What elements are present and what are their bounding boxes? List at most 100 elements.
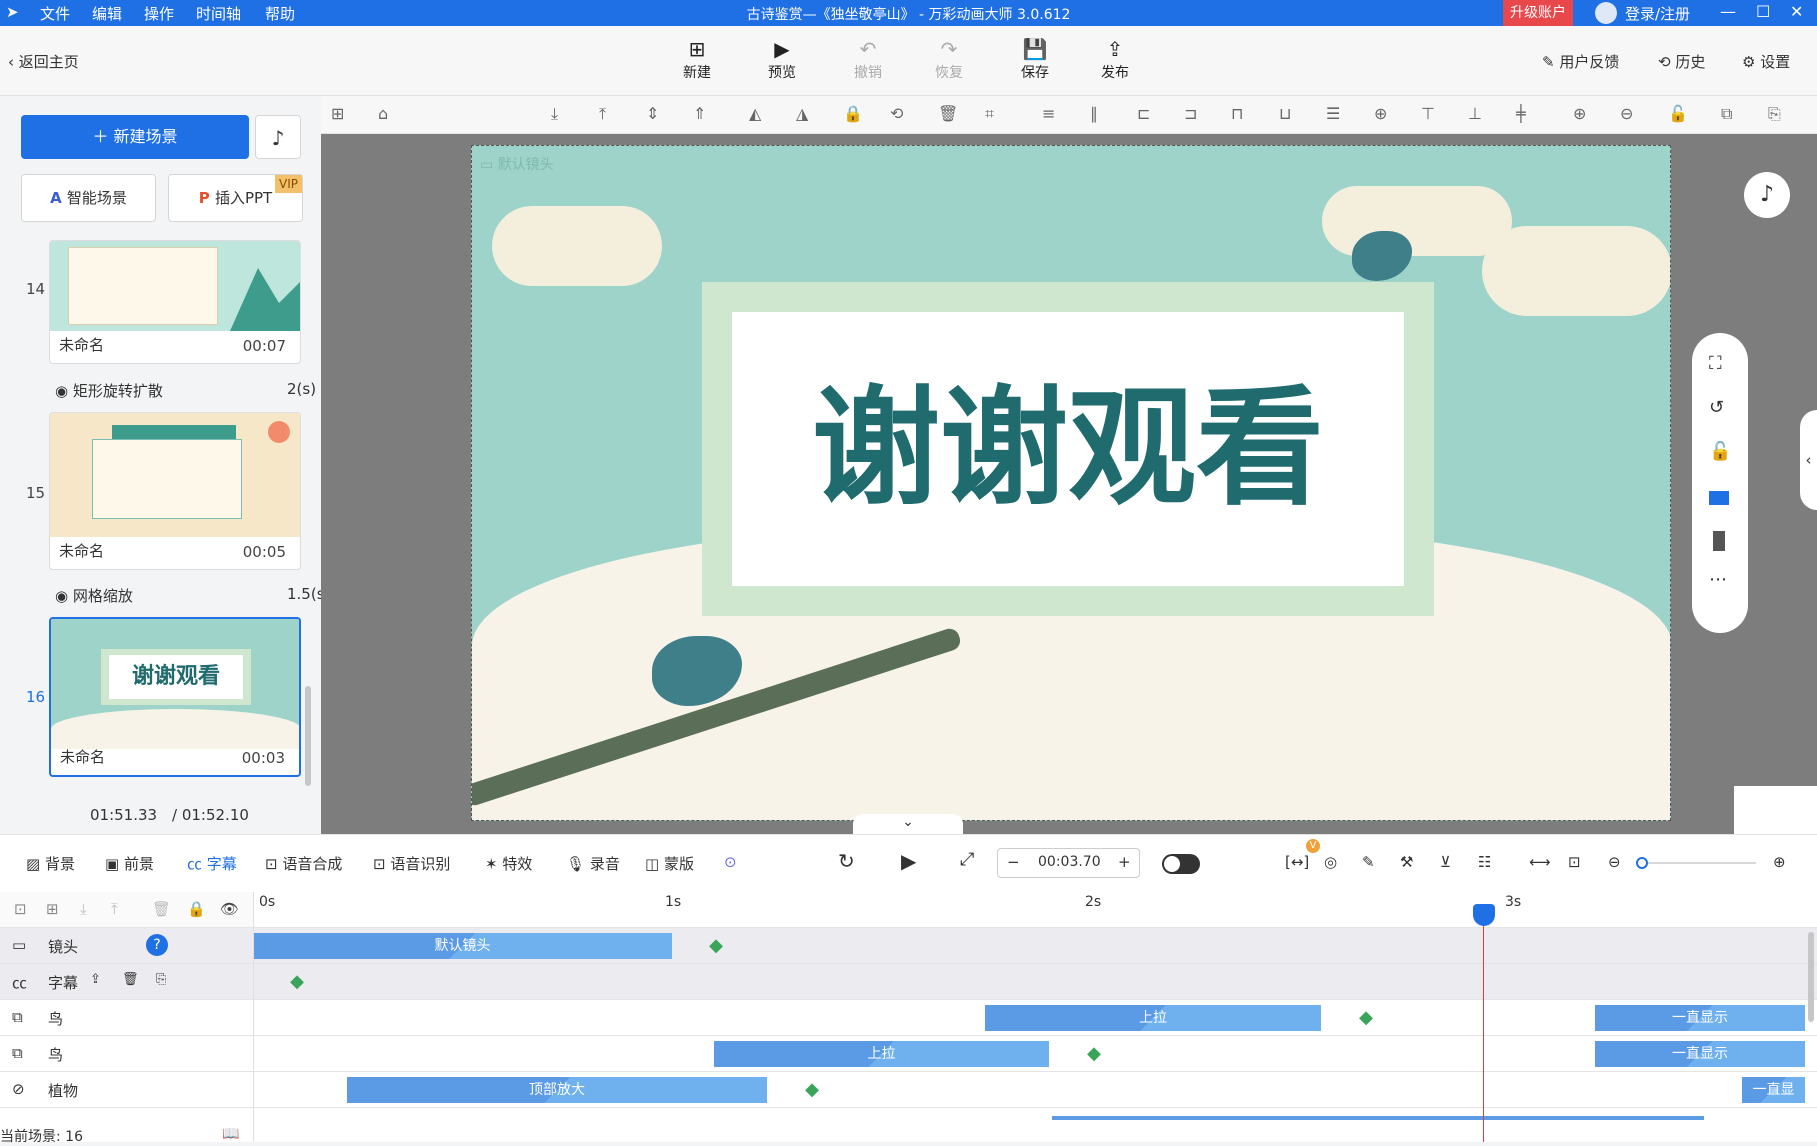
help-icon[interactable]: ? xyxy=(146,934,168,956)
feedback-link[interactable]: ✎ 用户反馈 xyxy=(1542,51,1619,72)
minimize-icon[interactable]: — xyxy=(1720,2,1736,21)
align-edge-icon[interactable]: ⊔ xyxy=(1279,104,1291,123)
zoom-out-icon[interactable]: ⊖ xyxy=(1620,104,1633,123)
minus-icon[interactable]: − xyxy=(1007,853,1020,871)
mid-edge-icon[interactable]: ╪ xyxy=(1516,104,1526,123)
more-tools-icon[interactable]: ⊙ xyxy=(724,853,737,871)
toggle-switch[interactable] xyxy=(1162,854,1200,874)
add-folder-icon[interactable]: ⊞ xyxy=(46,900,59,918)
rotate-icon[interactable]: ↺ xyxy=(1709,397,1724,418)
export-icon[interactable]: ⎘ xyxy=(156,972,166,987)
split-icon[interactable]: ⚒ xyxy=(1400,853,1413,871)
track-plant[interactable]: ⊘ 植物 顶部放大 ◆ 一直显 xyxy=(0,1072,1817,1108)
lock-icon[interactable]: 🔒 xyxy=(187,900,206,918)
timeline-scrollbar[interactable] xyxy=(1808,932,1814,1022)
track-block[interactable]: 一直显 xyxy=(1742,1077,1805,1103)
zoom-out-icon[interactable]: ⊖ xyxy=(1608,853,1621,871)
record-tool[interactable]: 🎙 录音 xyxy=(566,853,620,874)
align-center-icon[interactable]: ⊓ xyxy=(1231,104,1243,123)
align-up-icon[interactable]: ⇑ xyxy=(693,104,706,123)
lock-icon[interactable]: 🔓 xyxy=(1709,441,1731,462)
bracket-icon[interactable]: [↔] xyxy=(1285,853,1309,871)
heading-text[interactable]: 谢谢观看 xyxy=(732,312,1404,586)
align-right-icon[interactable]: ⊐ xyxy=(1184,104,1197,123)
add-keyframe-icon[interactable]: ◆ xyxy=(287,972,307,992)
foreground-tool[interactable]: ▣ 前景 xyxy=(105,853,154,874)
align-bottom-icon[interactable]: ⤓ xyxy=(551,104,558,124)
sliders-icon[interactable]: ☷ xyxy=(1478,853,1491,871)
settings-link[interactable]: ⚙ 设置 xyxy=(1742,51,1790,72)
zoom-in-icon[interactable]: ⊕ xyxy=(1573,104,1586,123)
new-button[interactable]: ⊞ 新建 xyxy=(667,36,727,82)
distribute-v-icon[interactable]: ∥ xyxy=(1090,104,1098,123)
landscape-icon[interactable] xyxy=(1709,491,1729,505)
track-block[interactable] xyxy=(1052,1116,1704,1120)
trash-icon[interactable]: 🗑 xyxy=(122,972,139,987)
distribute-h-icon[interactable]: ≡ xyxy=(1042,104,1055,123)
home-icon[interactable]: ⌂ xyxy=(378,104,388,123)
redo-button[interactable]: ↷ 恢复 xyxy=(919,36,979,82)
music-float-button[interactable]: ♪ xyxy=(1744,172,1790,218)
add-keyframe-icon[interactable]: ◆ xyxy=(1084,1044,1104,1064)
track-block[interactable]: 顶部放大 xyxy=(347,1077,767,1103)
time-stepper[interactable]: − 00:03.70 + xyxy=(997,848,1140,878)
subtitle-tool[interactable]: ㏄ 字幕 xyxy=(187,853,237,874)
time-ruler[interactable]: 0s 1s 2s 3s xyxy=(253,892,1817,928)
scene-thumb-15[interactable]: 未命名 00:05 xyxy=(49,412,301,570)
align-middle-icon[interactable]: ⇕ xyxy=(646,104,659,123)
zoom-in-icon[interactable]: ⊕ xyxy=(1773,853,1786,871)
login-link[interactable]: 登录/注册 xyxy=(1625,3,1690,24)
speech-recognition-tool[interactable]: ⊡ 语音识别 xyxy=(373,853,450,874)
track-bird-2[interactable]: ⧉ 鸟 上拉 ◆ 一直显示 xyxy=(0,1036,1817,1072)
fit-width-icon[interactable]: ⟷ xyxy=(1529,853,1551,871)
flip-vertical-icon[interactable]: ◮ xyxy=(796,104,808,123)
align-top-icon[interactable]: ⤒ xyxy=(599,104,606,124)
panel-scrollbar[interactable] xyxy=(305,686,311,786)
add-keyframe-icon[interactable]: ◆ xyxy=(1356,1008,1376,1028)
mask-tool[interactable]: ◫ 蒙版 xyxy=(645,853,694,874)
zoom-slider-thumb[interactable] xyxy=(1636,857,1648,869)
paste-icon[interactable]: ⎘ xyxy=(1768,104,1781,124)
tts-tool[interactable]: ⊡ 语音合成 xyxy=(265,853,342,874)
unlock-icon[interactable]: 🔓 xyxy=(1668,104,1688,123)
crop-icon[interactable]: ⌗ xyxy=(985,104,994,124)
center-icon[interactable]: ⊕ xyxy=(1374,104,1387,123)
camera-icon[interactable]: ◎ xyxy=(1324,853,1337,871)
book-icon[interactable]: 📖 xyxy=(222,1126,239,1142)
expand-down-icon[interactable]: ⌄ xyxy=(853,814,963,834)
track-bird-1[interactable]: ⧉ 鸟 上拉 ◆ 一直显示 xyxy=(0,1000,1817,1036)
transition-item[interactable]: ◉ 网格缩放 1.5(s) xyxy=(55,585,330,606)
collapse-right-icon[interactable]: ‹ xyxy=(1800,410,1817,510)
delete-icon[interactable]: 🗑 xyxy=(938,104,958,123)
track-subtitle[interactable]: ㏄ 字幕 ⇪ 🗑 ⎘ ◆ xyxy=(0,964,1817,1000)
more-icon[interactable]: ⋯ xyxy=(1709,569,1727,590)
add-keyframe-icon[interactable]: ◆ xyxy=(706,936,726,956)
background-tool[interactable]: ▨ 背景 xyxy=(26,853,75,874)
close-icon[interactable]: ✕ xyxy=(1790,2,1803,21)
move-down-icon[interactable]: ⤓ xyxy=(80,900,87,918)
bird-top-image[interactable] xyxy=(1352,231,1412,281)
avatar-icon[interactable] xyxy=(1595,2,1617,24)
smart-scene-button[interactable]: A 智能场景 xyxy=(21,174,156,222)
minimap[interactable] xyxy=(1734,786,1817,834)
history-link[interactable]: ⟲ 历史 xyxy=(1658,51,1705,72)
justify-icon[interactable]: ☰ xyxy=(1326,104,1340,123)
eye-icon[interactable]: 👁 xyxy=(220,900,239,918)
maximize-icon[interactable]: ☐ xyxy=(1756,2,1770,21)
plus-icon[interactable]: + xyxy=(1118,853,1131,871)
ruler-icon[interactable]: ⊞ xyxy=(331,104,344,123)
align-left-icon[interactable]: ⊏ xyxy=(1137,104,1150,123)
lock-icon[interactable]: 🔒 xyxy=(843,104,863,123)
track-camera[interactable]: ▭ 镜头 ? 默认镜头 ◆ xyxy=(0,928,1817,964)
flip-horizontal-icon[interactable]: ◭ xyxy=(749,104,761,123)
new-folder-icon[interactable]: ⊡ xyxy=(14,900,27,918)
effects-tool[interactable]: ✶ 特效 xyxy=(485,853,532,874)
one-to-one-icon[interactable]: ⊡ xyxy=(1568,853,1581,871)
bottom-edge-icon[interactable]: ⊥ xyxy=(1468,104,1482,123)
track-block[interactable]: 上拉 xyxy=(985,1005,1321,1031)
transition-item[interactable]: ◉ 矩形旋转扩散 2(s) xyxy=(55,380,316,401)
back-home-link[interactable]: ‹ 返回主页 xyxy=(8,51,79,72)
playhead-handle[interactable] xyxy=(1473,904,1495,926)
publish-button[interactable]: ⇪ 发布 xyxy=(1085,36,1145,82)
trash-icon[interactable]: 🗑 xyxy=(152,900,171,918)
